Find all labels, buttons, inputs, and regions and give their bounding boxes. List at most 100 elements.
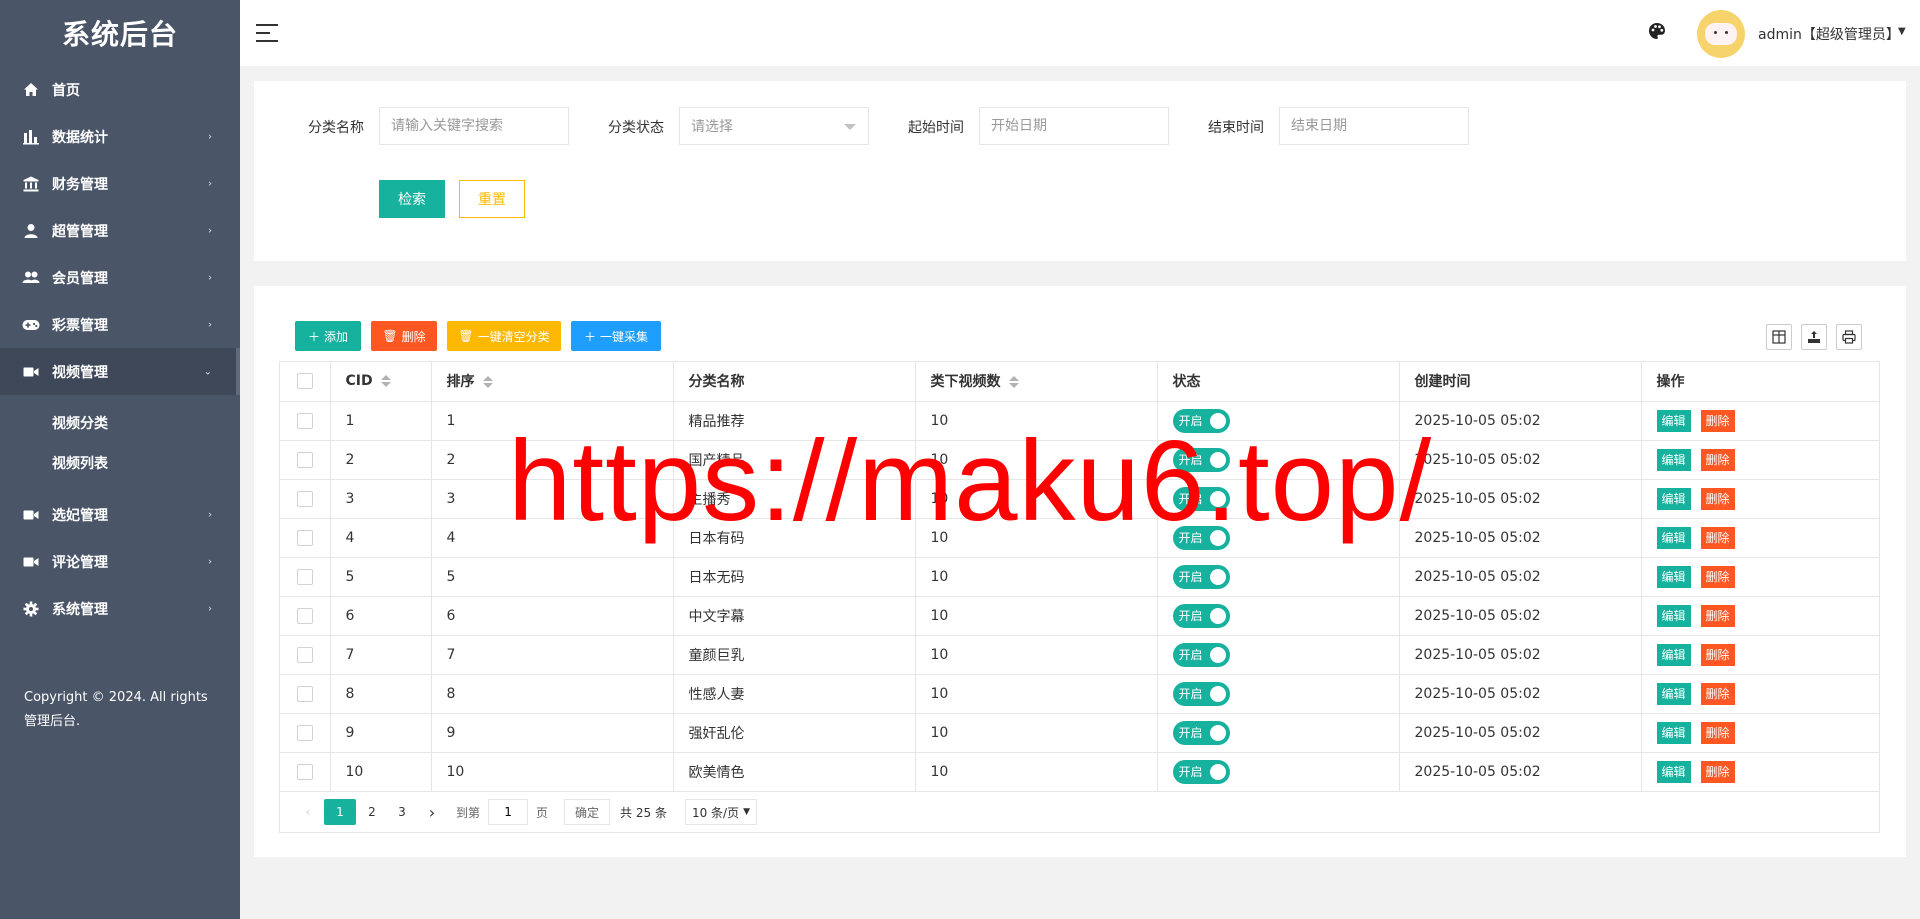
sidebar-item-selection[interactable]: 选妃管理 › xyxy=(0,491,240,538)
pig-avatar-icon xyxy=(1705,23,1737,45)
status-toggle[interactable]: 开启 xyxy=(1172,603,1230,628)
sidebar-subitem-video-category[interactable]: 视频分类 xyxy=(0,403,240,443)
status-toggle[interactable]: 开启 xyxy=(1172,408,1230,433)
column-header-created: 创建时间 xyxy=(1399,362,1642,402)
user-name[interactable]: admin【超级管理员】 xyxy=(1758,24,1900,44)
status-toggle[interactable]: 开启 xyxy=(1172,447,1230,472)
row-checkbox[interactable] xyxy=(296,724,313,741)
delete-button[interactable]: 删除 xyxy=(1700,682,1735,705)
status-toggle[interactable]: 开启 xyxy=(1172,681,1230,706)
column-header-sort[interactable]: 排序 xyxy=(431,362,674,402)
sidebar-item-members[interactable]: 会员管理 › xyxy=(0,254,240,301)
edit-button[interactable]: 编辑 xyxy=(1656,448,1691,471)
edit-button[interactable]: 编辑 xyxy=(1656,682,1691,705)
delete-button[interactable]: 删除 xyxy=(1700,409,1735,432)
sidebar-subitem-video-list[interactable]: 视频列表 xyxy=(0,443,240,483)
row-checkbox[interactable] xyxy=(296,568,313,585)
table-row: 1 1 精品推荐 10 开启 2025-10-05 05:02 编辑 删除 xyxy=(280,401,1879,441)
edit-button[interactable]: 编辑 xyxy=(1656,760,1691,783)
column-header-cid[interactable]: CID xyxy=(330,362,432,402)
select-all-checkbox[interactable] xyxy=(296,373,313,390)
delete-button[interactable]: 删除 xyxy=(1700,565,1735,588)
add-button[interactable]: ＋ 添加 xyxy=(295,321,361,351)
edit-button[interactable]: 编辑 xyxy=(1656,643,1691,666)
menu-toggle-icon[interactable] xyxy=(256,24,278,42)
status-toggle[interactable]: 开启 xyxy=(1172,642,1230,667)
row-checkbox[interactable] xyxy=(296,412,313,429)
page-3[interactable]: 3 xyxy=(388,799,416,825)
sort-cell: 4 xyxy=(431,518,674,558)
prev-page-icon[interactable]: ‹ xyxy=(294,799,322,825)
sidebar-item-label: 会员管理 xyxy=(52,270,108,287)
delete-button[interactable]: 删除 xyxy=(1700,487,1735,510)
next-page-icon[interactable]: › xyxy=(418,799,446,825)
delete-button[interactable]: 删除 xyxy=(1700,721,1735,744)
status-toggle[interactable]: 开启 xyxy=(1172,525,1230,550)
delete-button[interactable]: 删除 xyxy=(1700,760,1735,783)
sidebar-item-videos[interactable]: 视频管理 ⌄ xyxy=(0,348,240,395)
avatar[interactable] xyxy=(1697,10,1745,58)
goto-page-input[interactable] xyxy=(488,799,529,825)
cid-cell: 10 xyxy=(330,752,432,792)
caret-down-icon[interactable]: ▼ xyxy=(1898,26,1906,37)
edit-button[interactable]: 编辑 xyxy=(1656,604,1691,627)
delete-button[interactable]: 删除 xyxy=(1700,643,1735,666)
export-icon[interactable] xyxy=(1801,324,1827,350)
category-name-input[interactable] xyxy=(379,107,569,145)
sidebar-item-lottery[interactable]: 彩票管理 › xyxy=(0,301,240,348)
goto-confirm-button[interactable]: 确定 xyxy=(564,799,611,825)
toggle-knob xyxy=(1209,529,1226,546)
start-date-input[interactable] xyxy=(979,107,1169,145)
palette-icon[interactable] xyxy=(1648,22,1670,44)
page-1[interactable]: 1 xyxy=(324,799,356,825)
row-checkbox[interactable] xyxy=(296,529,313,546)
edit-button[interactable]: 编辑 xyxy=(1656,721,1691,744)
row-checkbox[interactable] xyxy=(296,685,313,702)
end-date-input[interactable] xyxy=(1279,107,1469,145)
home-icon xyxy=(22,81,40,99)
category-name-cell: 主播秀 xyxy=(673,479,916,519)
chevron-right-icon: › xyxy=(208,319,212,330)
sidebar-item-comments[interactable]: 评论管理 › xyxy=(0,538,240,585)
row-checkbox[interactable] xyxy=(296,607,313,624)
category-status-select[interactable]: 请选择 xyxy=(679,107,869,145)
columns-filter-icon[interactable] xyxy=(1766,324,1792,350)
batch-delete-button[interactable]: 🗑 删除 xyxy=(371,321,437,351)
sidebar-item-admin[interactable]: 超管管理 › xyxy=(0,207,240,254)
sidebar-item-finance[interactable]: 财务管理 › xyxy=(0,160,240,207)
page-2[interactable]: 2 xyxy=(358,799,386,825)
column-header-count[interactable]: 类下视频数 xyxy=(915,362,1158,402)
reset-button[interactable]: 重置 xyxy=(459,180,525,218)
sidebar-item-system[interactable]: 系统管理 › xyxy=(0,585,240,632)
collect-button[interactable]: ＋ 一键采集 xyxy=(571,321,661,351)
sort-icon[interactable] xyxy=(482,376,493,389)
delete-button[interactable]: 删除 xyxy=(1700,604,1735,627)
sidebar-item-stats[interactable]: 数据统计 › xyxy=(0,113,240,160)
status-toggle[interactable]: 开启 xyxy=(1172,564,1230,589)
page-size-select[interactable]: 10 条/页 ▼ xyxy=(684,799,758,825)
clear-categories-button[interactable]: 🗑 一键清空分类 xyxy=(447,321,561,351)
row-select-cell xyxy=(280,518,331,558)
sidebar-item-label: 彩票管理 xyxy=(52,317,108,334)
status-toggle-label: 开启 xyxy=(1178,453,1203,467)
row-checkbox[interactable] xyxy=(296,451,313,468)
edit-button[interactable]: 编辑 xyxy=(1656,526,1691,549)
sidebar-item-home[interactable]: 首页 xyxy=(0,66,240,113)
delete-button[interactable]: 删除 xyxy=(1700,526,1735,549)
table-row: 4 4 日本有码 10 开启 2025-10-05 05:02 编辑 删除 xyxy=(280,518,1879,558)
status-toggle[interactable]: 开启 xyxy=(1172,486,1230,511)
table-row: 10 10 欧美情色 10 开启 2025-10-05 05:02 编辑 删除 xyxy=(280,752,1879,792)
row-checkbox[interactable] xyxy=(296,490,313,507)
sort-icon[interactable] xyxy=(380,375,391,388)
print-icon[interactable] xyxy=(1836,324,1862,350)
edit-button[interactable]: 编辑 xyxy=(1656,409,1691,432)
delete-button[interactable]: 删除 xyxy=(1700,448,1735,471)
sort-icon[interactable] xyxy=(1008,376,1019,389)
status-toggle[interactable]: 开启 xyxy=(1172,759,1230,784)
status-toggle[interactable]: 开启 xyxy=(1172,720,1230,745)
search-button[interactable]: 检索 xyxy=(379,180,445,218)
row-checkbox[interactable] xyxy=(296,763,313,780)
edit-button[interactable]: 编辑 xyxy=(1656,487,1691,510)
edit-button[interactable]: 编辑 xyxy=(1656,565,1691,588)
row-checkbox[interactable] xyxy=(296,646,313,663)
